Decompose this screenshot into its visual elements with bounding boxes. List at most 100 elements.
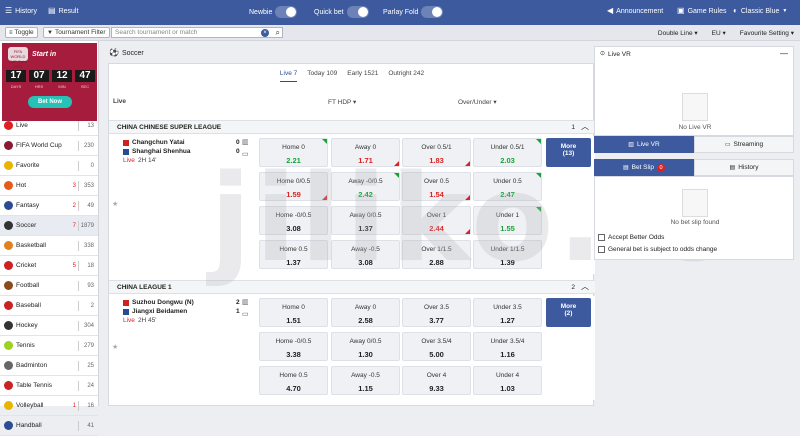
newbie-switch[interactable] [275, 6, 298, 18]
toggle-button[interactable]: ≡ Toggle [5, 27, 38, 38]
odds-cell[interactable]: Home 0 1.51 [259, 298, 328, 327]
sidebar-item-football[interactable]: Football 93 [0, 276, 98, 296]
odds-cell[interactable]: Over 1/1.5 2.88 [402, 240, 471, 269]
chevron-up-icon[interactable]: ︿ [581, 123, 589, 131]
tab-today[interactable]: Today 109 [307, 70, 337, 82]
divider [78, 341, 79, 351]
search-input[interactable]: Search tournament or match × ⌕ [111, 27, 283, 38]
tv-icon[interactable]: ▭ [242, 310, 249, 318]
sidebar-item-soccer[interactable]: Soccer 7 1879 [0, 216, 98, 236]
odds-cell[interactable]: Under 3.5/4 1.16 [473, 332, 542, 361]
quick-bet-toggle[interactable]: Quick bet [314, 6, 369, 18]
tab-live-vr[interactable]: ▥ Live VR [594, 136, 694, 153]
odds-cell[interactable]: Over 0.5 1.54 [402, 172, 471, 201]
newbie-toggle[interactable]: Newbie [249, 6, 298, 18]
sidebar-item-favorite[interactable]: Favorite 0 [0, 156, 98, 176]
favorite-star-icon[interactable]: ★ [112, 200, 118, 208]
odds-cell[interactable]: Over 4 9.33 [402, 366, 471, 395]
odds-cell[interactable]: Under 0.5 2.47 [473, 172, 542, 201]
odds-cell[interactable]: Home 0/0.5 1.59 [259, 172, 328, 201]
favourite-setting-select[interactable]: Favourite Setting ▾ [740, 29, 794, 37]
accept-better-odds[interactable]: Accept Better Odds [598, 234, 664, 241]
quick-bet-switch[interactable] [346, 6, 369, 18]
odds-label: Home -0/0.5 [275, 338, 312, 345]
odds-cell[interactable]: Over 0.5/1 1.83 [402, 138, 471, 167]
over-under-header[interactable]: Over/Under ▾ [458, 98, 497, 106]
general-bet-checkbox[interactable] [598, 246, 605, 253]
odds-cell[interactable]: Away 0/0.5 1.37 [331, 206, 400, 235]
odds-cell[interactable]: Home 0.5 4.70 [259, 366, 328, 395]
double-line-select[interactable]: Double Line ▾ [658, 29, 698, 37]
tab-outright[interactable]: Outright 242 [388, 70, 424, 82]
league-header[interactable]: CHINA CHINESE SUPER LEAGUE 1 ︿ [109, 120, 595, 134]
odds-cell[interactable]: Away -0/0.5 2.42 [331, 172, 400, 201]
parlay-fold-toggle[interactable]: Parlay Fold [383, 6, 444, 18]
odds-type-select[interactable]: EU ▾ [712, 29, 726, 37]
tab-streaming[interactable]: ▭ Streaming [694, 136, 794, 153]
history-link[interactable]: ☰ History [5, 7, 37, 15]
tab-history[interactable]: ▤ History [694, 159, 794, 176]
minus-icon[interactable]: — [780, 50, 788, 58]
ft-hdp-header[interactable]: FT HDP ▾ [328, 98, 356, 106]
stats-icon[interactable]: ▥ [242, 138, 249, 146]
odds-cell[interactable]: Over 3.5 3.77 [402, 298, 471, 327]
league-header[interactable]: CHINA LEAGUE 1 2 ︿ [109, 280, 595, 294]
sidebar-item-handball[interactable]: Handball 41 [0, 416, 98, 436]
sidebar-item-table-tennis[interactable]: Table Tennis 24 [0, 376, 98, 396]
sidebar-item-baseball[interactable]: Baseball 2 [0, 296, 98, 316]
stats-icon[interactable]: ▥ [242, 298, 249, 306]
tv-icon[interactable]: ▭ [242, 150, 249, 158]
theme-selector[interactable]: ◐ Classic Blue ▼ [733, 7, 787, 15]
tab-live[interactable]: Live 7 [279, 70, 298, 82]
odds-cell[interactable]: Under 3.5 1.27 [473, 298, 542, 327]
odds-cell[interactable]: Away 0 1.71 [331, 138, 400, 167]
odds-cell[interactable]: Over 3.5/4 5.00 [402, 332, 471, 361]
parlay-fold-switch[interactable] [421, 6, 444, 18]
sidebar-item-hot[interactable]: Hot 3 353 [0, 176, 98, 196]
sidebar-item-fantasy[interactable]: Fantasy 2 49 [0, 196, 98, 216]
world-cup-banner[interactable]: FIFA WORLD CUP Qatar 2022 Start in 17 07… [2, 43, 97, 121]
sidebar-item-hockey[interactable]: Hockey 304 [0, 316, 98, 336]
search-icon[interactable]: ⌕ [276, 28, 280, 38]
general-bet-option[interactable]: General bet is subject to odds change [598, 246, 717, 253]
sidebar-item-fifa-world-cup[interactable]: FIFA World Cup 230 [0, 136, 98, 156]
sidebar-item-cricket[interactable]: Cricket 5 18 [0, 256, 98, 276]
odds-cell[interactable]: Under 0.5/1 2.03 [473, 138, 542, 167]
tab-bet-slip[interactable]: ▤ Bet Slip 0 [594, 159, 694, 176]
game-rules-link[interactable]: ▣ Game Rules [677, 7, 726, 15]
odds-cell[interactable]: Home -0/0.5 3.08 [259, 206, 328, 235]
odds-cell[interactable]: Away 0/0.5 1.30 [331, 332, 400, 361]
odds-cell[interactable]: Under 1 1.55 [473, 206, 542, 235]
favorite-star-icon[interactable]: ★ [112, 343, 118, 351]
tab-early[interactable]: Early 1521 [347, 70, 378, 82]
sidebar-item-count: 338 [83, 242, 94, 249]
accept-better-odds-checkbox[interactable] [598, 234, 605, 241]
odds-cell[interactable]: Away -0.5 3.08 [331, 240, 400, 269]
sidebar-item-label: Badminton [16, 362, 48, 369]
odds-cell[interactable]: Under 4 1.03 [473, 366, 542, 395]
sidebar-item-badminton[interactable]: Badminton 25 [0, 356, 98, 376]
sidebar-item-live[interactable]: Live 13 [0, 116, 98, 136]
sidebar-item-tennis[interactable]: Tennis 279 [0, 336, 98, 356]
odds-cell[interactable]: Away -0.5 1.15 [331, 366, 400, 395]
sidebar-item-basketball[interactable]: Basketball 338 [0, 236, 98, 256]
chevron-up-icon[interactable]: ︿ [581, 283, 589, 291]
more-markets-button[interactable]: More (13) [546, 138, 591, 167]
clear-icon[interactable]: × [261, 29, 269, 37]
odds-cell[interactable]: Home 0 2.21 [259, 138, 328, 167]
more-markets-button[interactable]: More (2) [546, 298, 591, 327]
tournament-filter-button[interactable]: ▼ Tournament Filter [43, 27, 110, 38]
announcement-link[interactable]: ◀ Announcement [607, 7, 663, 15]
odds-label: Away -0.5 [351, 372, 380, 379]
result-link[interactable]: ▤ Result [48, 7, 78, 15]
odds-cell[interactable]: Home 0.5 1.37 [259, 240, 328, 269]
odds-value: 9.33 [429, 384, 444, 393]
sidebar-item-volleyball[interactable]: Volleyball 1 16 [0, 396, 98, 416]
sport-icon [4, 261, 13, 270]
odds-label: Away -0/0.5 [348, 178, 383, 185]
odds-cell[interactable]: Under 1/1.5 1.39 [473, 240, 542, 269]
odds-cell[interactable]: Away 0 2.58 [331, 298, 400, 327]
bet-now-button[interactable]: Bet Now [28, 96, 72, 108]
odds-cell[interactable]: Home -0/0.5 3.38 [259, 332, 328, 361]
odds-cell[interactable]: Over 1 2.44 [402, 206, 471, 235]
